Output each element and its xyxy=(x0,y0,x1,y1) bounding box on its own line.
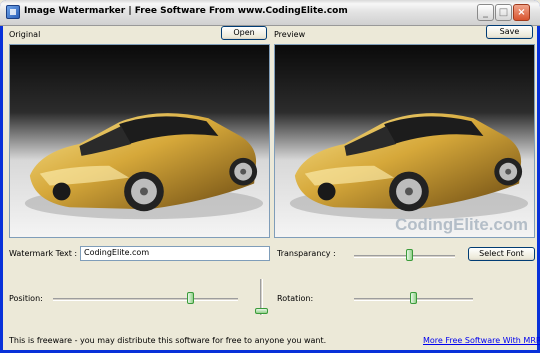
app-icon xyxy=(6,5,20,19)
select-font-button[interactable]: Select Font xyxy=(468,247,535,261)
preview-label: Preview xyxy=(274,30,306,39)
close-button[interactable]: × xyxy=(513,4,530,21)
position-horizontal-slider-thumb[interactable] xyxy=(187,292,194,304)
close-icon: × xyxy=(517,7,526,18)
more-software-link[interactable]: More Free Software With MRR xyxy=(423,336,540,345)
car-photo-original xyxy=(10,45,269,237)
maximize-button[interactable]: □ xyxy=(495,4,512,21)
transparency-label: Transparancy : xyxy=(277,249,336,258)
rotation-label: Rotation: xyxy=(277,294,314,303)
select-font-button-label: Select Font xyxy=(479,249,524,258)
car-photo-preview: CodingElite.com xyxy=(275,45,534,237)
minimize-icon: _ xyxy=(483,7,488,18)
app-window: Image Watermarker | Free Software From w… xyxy=(0,0,540,353)
watermark-text-label: Watermark Text : xyxy=(9,249,78,258)
preview-image: CodingElite.com xyxy=(274,44,535,238)
window-title: Image Watermarker | Free Software From w… xyxy=(24,6,348,16)
watermark-overlay-text: CodingElite.com xyxy=(395,215,528,234)
save-button-label: Save xyxy=(499,27,520,36)
position-vertical-slider-thumb[interactable] xyxy=(255,308,268,314)
transparency-slider-thumb[interactable] xyxy=(406,249,413,261)
freeware-text: This is freeware - you may distribute th… xyxy=(9,336,327,345)
save-button[interactable]: Save xyxy=(486,25,533,39)
watermark-text-input[interactable]: CodingElite.com xyxy=(80,246,270,261)
open-button[interactable]: Open xyxy=(221,26,267,40)
original-label: Original xyxy=(9,30,41,39)
minimize-button[interactable]: _ xyxy=(477,4,494,21)
maximize-icon: □ xyxy=(498,7,509,18)
open-button-label: Open xyxy=(233,28,255,37)
rotation-slider-thumb[interactable] xyxy=(410,292,417,304)
position-horizontal-slider-track[interactable] xyxy=(53,298,238,301)
original-image xyxy=(9,44,270,238)
position-label: Position: xyxy=(9,294,43,303)
title-bar[interactable]: Image Watermarker | Free Software From w… xyxy=(0,0,540,26)
transparency-slider-track[interactable] xyxy=(354,255,455,258)
